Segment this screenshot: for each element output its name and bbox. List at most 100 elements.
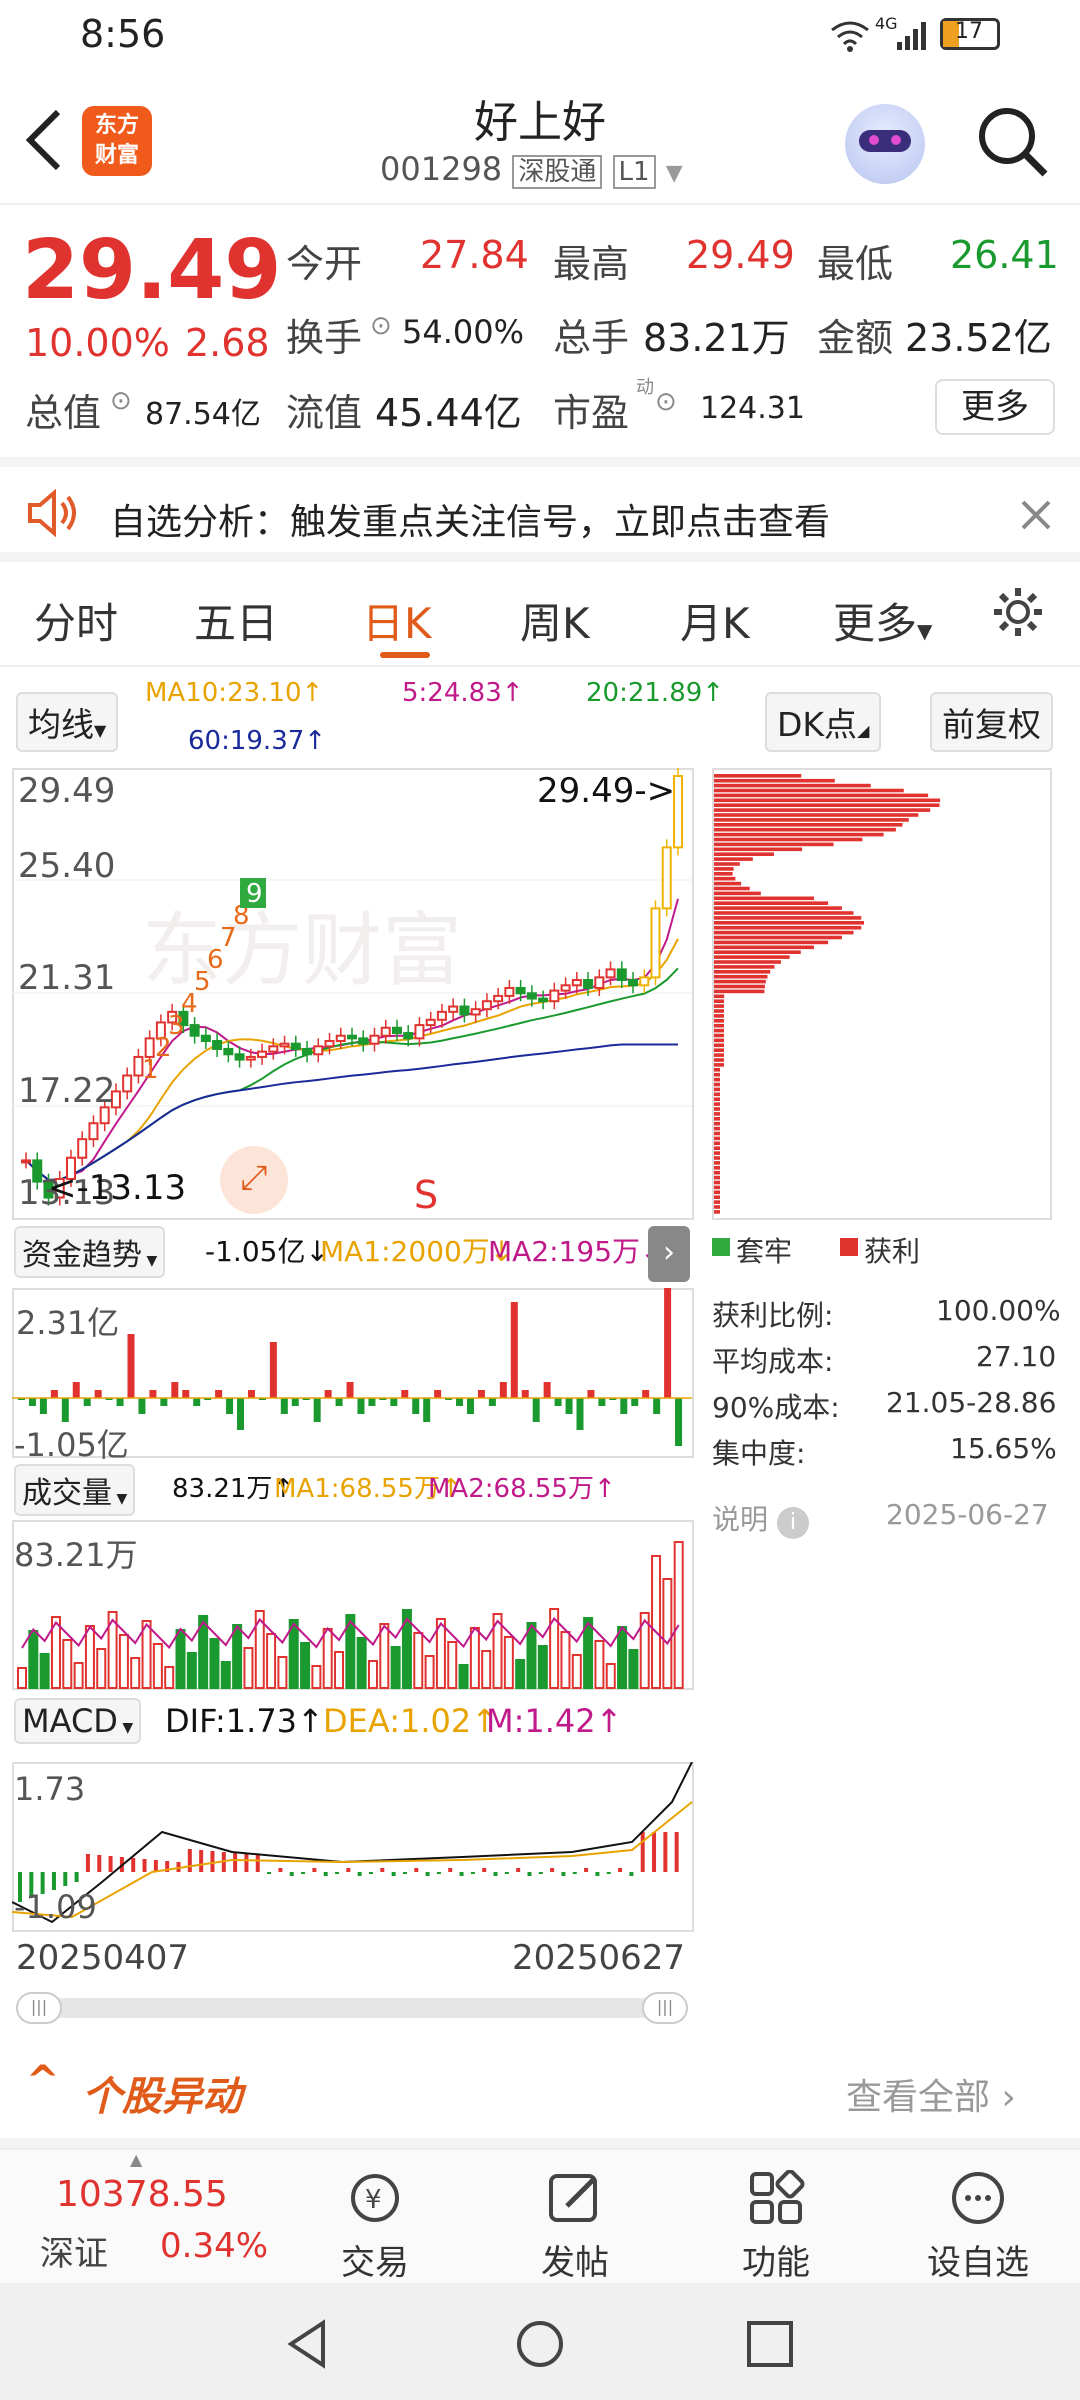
gear-icon[interactable] [990, 584, 1046, 640]
chip-bar [714, 925, 862, 930]
volume-bar [379, 1623, 390, 1689]
cost90-label: 90%成本: [712, 1391, 840, 1424]
volume-bar [560, 1631, 571, 1689]
candle [324, 1040, 335, 1048]
stock-code-line[interactable]: 001298 深股通 L1 ▼ [380, 150, 683, 189]
chip-bar [714, 1077, 720, 1082]
volume-bar [481, 1650, 492, 1689]
ma60-value: 60:19.37↑ [188, 726, 327, 756]
macd-bar [640, 1832, 645, 1872]
chip-bar [714, 1058, 724, 1062]
back-arrow-icon[interactable] [22, 108, 66, 172]
candle [583, 979, 594, 989]
candle [313, 1045, 324, 1056]
chip-bar [714, 842, 834, 847]
chip-bar [714, 798, 941, 803]
macd-top-label: 1.73 [14, 1770, 86, 1808]
chip-bar [714, 930, 854, 935]
tab-daily-k[interactable]: 日K [362, 590, 432, 651]
candle [616, 968, 627, 982]
volume-bar [28, 1630, 39, 1689]
macd-bar [425, 1872, 430, 1876]
info-icon: i [776, 1507, 809, 1539]
info-icon[interactable]: ⊙ [370, 311, 392, 341]
dk-button[interactable]: DK点◢ [765, 692, 882, 752]
candle [88, 1122, 99, 1141]
tab-monthly-k[interactable]: 月K [680, 590, 750, 651]
macd-bar [278, 1868, 283, 1872]
cost90-value: 21.05-28.86 [886, 1386, 1057, 1419]
volume-bar [571, 1654, 582, 1689]
range-scrollbar[interactable]: ||| ||| [16, 1992, 688, 2024]
macd-selector[interactable]: MACD ▼ [14, 1698, 142, 1744]
chip-bar [714, 1161, 720, 1165]
candle [200, 1034, 211, 1043]
sell-signal: S [414, 1173, 439, 1217]
tab-intraday[interactable]: 分时 [34, 590, 118, 651]
tab-weekly-k[interactable]: 周K [520, 590, 590, 651]
add-watchlist-button[interactable]: 设自选 [898, 2170, 1058, 2284]
macd-bar [482, 1868, 487, 1872]
turnover-label: 换手 [286, 316, 363, 360]
range-handle-right[interactable]: ||| [642, 1992, 688, 2024]
candle [448, 1005, 459, 1013]
tab-five-day[interactable]: 五日 [194, 590, 278, 651]
volume-selector[interactable]: 成交量 ▼ [14, 1464, 136, 1516]
candle [504, 986, 515, 997]
more-button[interactable]: 更多 [935, 379, 1055, 435]
expand-right-icon[interactable]: › [648, 1226, 690, 1282]
mktcap-label: 总值 [25, 391, 102, 435]
function-button[interactable]: 功能 [696, 2169, 856, 2284]
macd-bar [301, 1872, 306, 1874]
post-button[interactable]: 发帖 [495, 2170, 655, 2284]
macd-bar [97, 1855, 102, 1872]
search-icon[interactable] [975, 104, 1051, 180]
fund-bar [182, 1390, 190, 1398]
trade-button[interactable]: ¥ 交易 [295, 2170, 455, 2284]
candle [459, 1005, 470, 1016]
robot-assistant-icon[interactable] [845, 104, 925, 184]
macd-bar [368, 1872, 373, 1874]
index-widget[interactable]: ▲ 10378.55 深证 0.34% [0, 2150, 270, 2285]
turnover-value: 54.00% [402, 313, 525, 351]
nav-recents-icon[interactable] [745, 2319, 795, 2369]
chip-bar [714, 876, 736, 881]
close-icon[interactable] [1020, 499, 1052, 531]
avg-cost-label: 平均成本: [712, 1345, 834, 1378]
info-icon[interactable]: ⊙ [655, 387, 677, 417]
view-all-link[interactable]: 查看全部 › [846, 2068, 1016, 2120]
chip-bar [714, 886, 750, 891]
candle [290, 1042, 301, 1050]
adjust-button[interactable]: 前复权 [930, 692, 1053, 752]
chip-bar [714, 1063, 724, 1067]
volume-bar [277, 1656, 288, 1689]
low-price-tag: <-13.13 [48, 1168, 187, 1208]
range-handle-left[interactable]: ||| [16, 1992, 62, 2024]
volume-bar [594, 1640, 605, 1689]
macd-bar [516, 1868, 521, 1872]
fund-selector[interactable]: 资金趋势 ▼ [14, 1226, 166, 1278]
index-change: 0.34% [160, 2226, 269, 2266]
nav-back-icon[interactable] [283, 2319, 333, 2369]
volume-bar [424, 1655, 435, 1689]
macd-bar [470, 1872, 475, 1874]
chip-bar [714, 950, 801, 954]
macd-bar [131, 1858, 136, 1872]
nav-home-icon[interactable] [515, 2319, 565, 2369]
fund-bar [565, 1398, 573, 1414]
movers-title: 个股异动 [82, 2074, 242, 2120]
fund-bar [83, 1398, 91, 1406]
ma-selector[interactable]: 均线▼ [16, 692, 119, 752]
volume-bar [617, 1626, 628, 1689]
notice-banner[interactable]: 自选分析：触发重点关注信号，立即点击查看 [0, 457, 1080, 562]
macd-dif: DIF:1.73↑ [165, 1702, 324, 1740]
tab-more[interactable]: 更多▼ [833, 590, 932, 651]
volume-bar [651, 1555, 662, 1689]
expand-icon[interactable]: ⤢ [220, 1146, 288, 1214]
chip-bar [714, 945, 814, 950]
explain-link[interactable]: 说明 i [712, 1498, 809, 1539]
candle [335, 1034, 346, 1043]
info-icon[interactable]: ⊙ [110, 386, 132, 416]
chip-bar [714, 1131, 720, 1136]
chip-bar [714, 1210, 720, 1214]
